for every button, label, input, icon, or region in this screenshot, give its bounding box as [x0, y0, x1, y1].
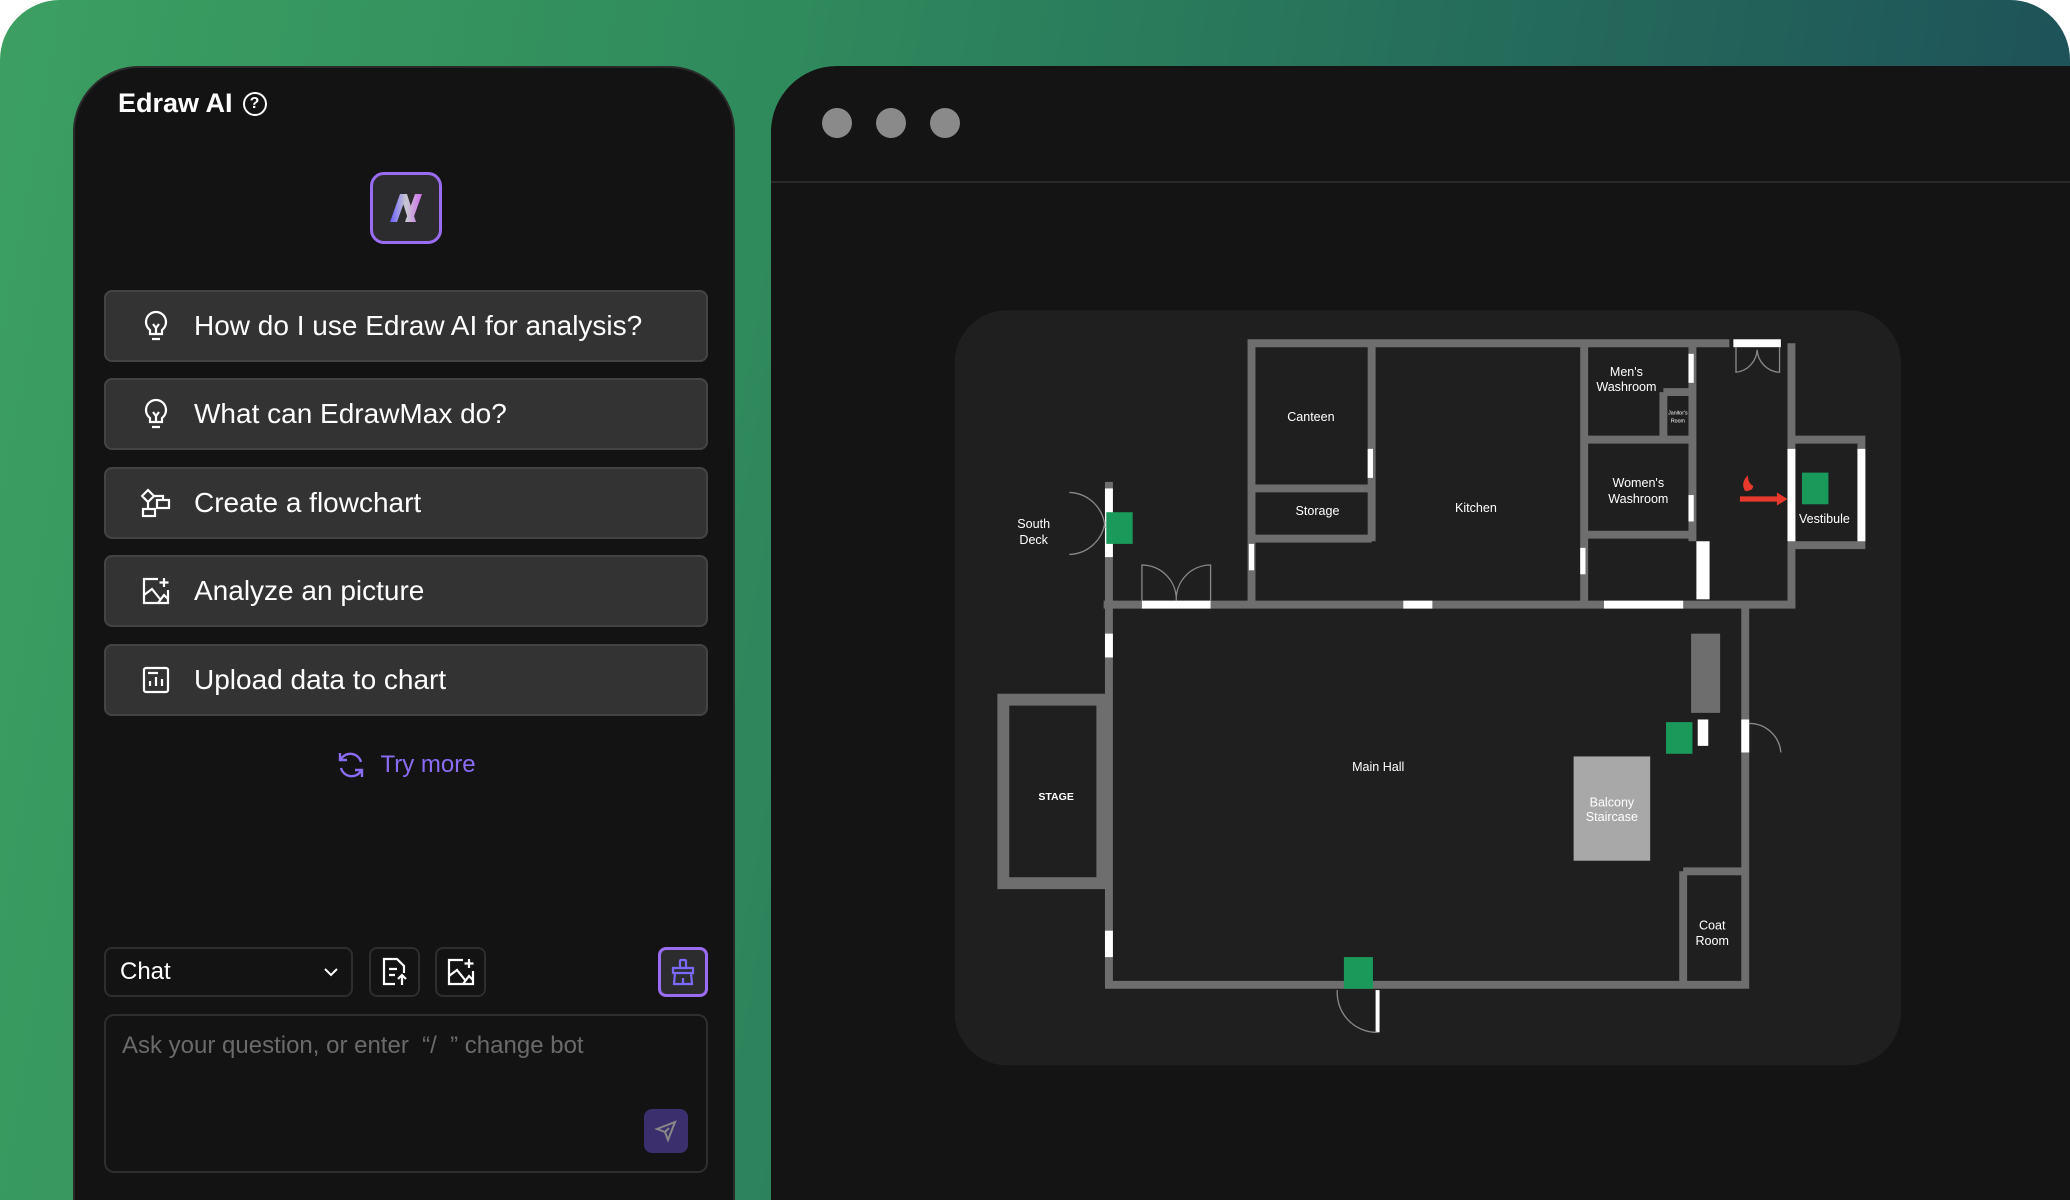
title-text: Edraw AI	[118, 88, 233, 118]
question-input[interactable]	[120, 1030, 684, 1114]
suggestion-label: Analyze an picture	[194, 575, 425, 606]
title-bar-divider	[771, 181, 2070, 183]
edraw-ai-panel: Edraw AI ? How do I use Edraw AI for ana…	[73, 66, 735, 1200]
send-button[interactable]	[644, 1109, 688, 1153]
suggestion-analysis[interactable]: How do I use Edraw AI for analysis?	[104, 290, 708, 362]
suggestion-label: Create a flowchart	[194, 487, 422, 518]
suggestion-analyze-picture[interactable]: Analyze an picture	[104, 555, 708, 627]
try-more-button[interactable]: Try more	[75, 750, 737, 780]
file-upload-icon	[382, 957, 407, 986]
lightbulb-icon	[140, 310, 172, 342]
image-add-icon	[447, 958, 474, 986]
try-more-label: Try more	[380, 751, 476, 778]
refresh-icon	[339, 752, 364, 778]
window-close-dot[interactable]	[822, 108, 852, 138]
question-input-box	[104, 1014, 708, 1173]
chevron-down-icon	[324, 968, 338, 977]
mode-select[interactable]: Chat	[104, 947, 353, 997]
image-add-icon	[140, 575, 172, 607]
app-background: Edraw AI ? How do I use Edraw AI for ana…	[0, 0, 2070, 1200]
flowchart-icon	[140, 487, 172, 519]
suggestion-flowchart[interactable]: Create a flowchart	[104, 467, 708, 539]
brush-icon	[671, 958, 695, 986]
window-maximize-dot[interactable]	[930, 108, 960, 138]
question-circle-icon[interactable]: ?	[242, 91, 267, 116]
clear-chat-button[interactable]	[658, 947, 708, 997]
upload-file-button[interactable]	[369, 947, 420, 997]
suggestion-upload-chart[interactable]: Upload data to chart	[104, 644, 708, 716]
mode-select-value: Chat	[120, 958, 171, 985]
edraw-ai-logo	[370, 172, 442, 244]
suggestion-label: How do I use Edraw AI for analysis?	[194, 310, 643, 341]
lightbulb-icon	[140, 398, 172, 430]
window-minimize-dot[interactable]	[876, 108, 906, 138]
upload-image-button[interactable]	[435, 947, 486, 997]
canvas-window	[771, 66, 2070, 1200]
panel-title: Edraw AI ?	[118, 88, 267, 119]
suggestion-edrawmax[interactable]: What can EdrawMax do?	[104, 378, 708, 450]
send-icon	[654, 1120, 677, 1143]
chart-file-icon	[140, 664, 172, 696]
suggestion-label: Upload data to chart	[194, 664, 447, 695]
suggestion-label: What can EdrawMax do?	[194, 398, 507, 429]
